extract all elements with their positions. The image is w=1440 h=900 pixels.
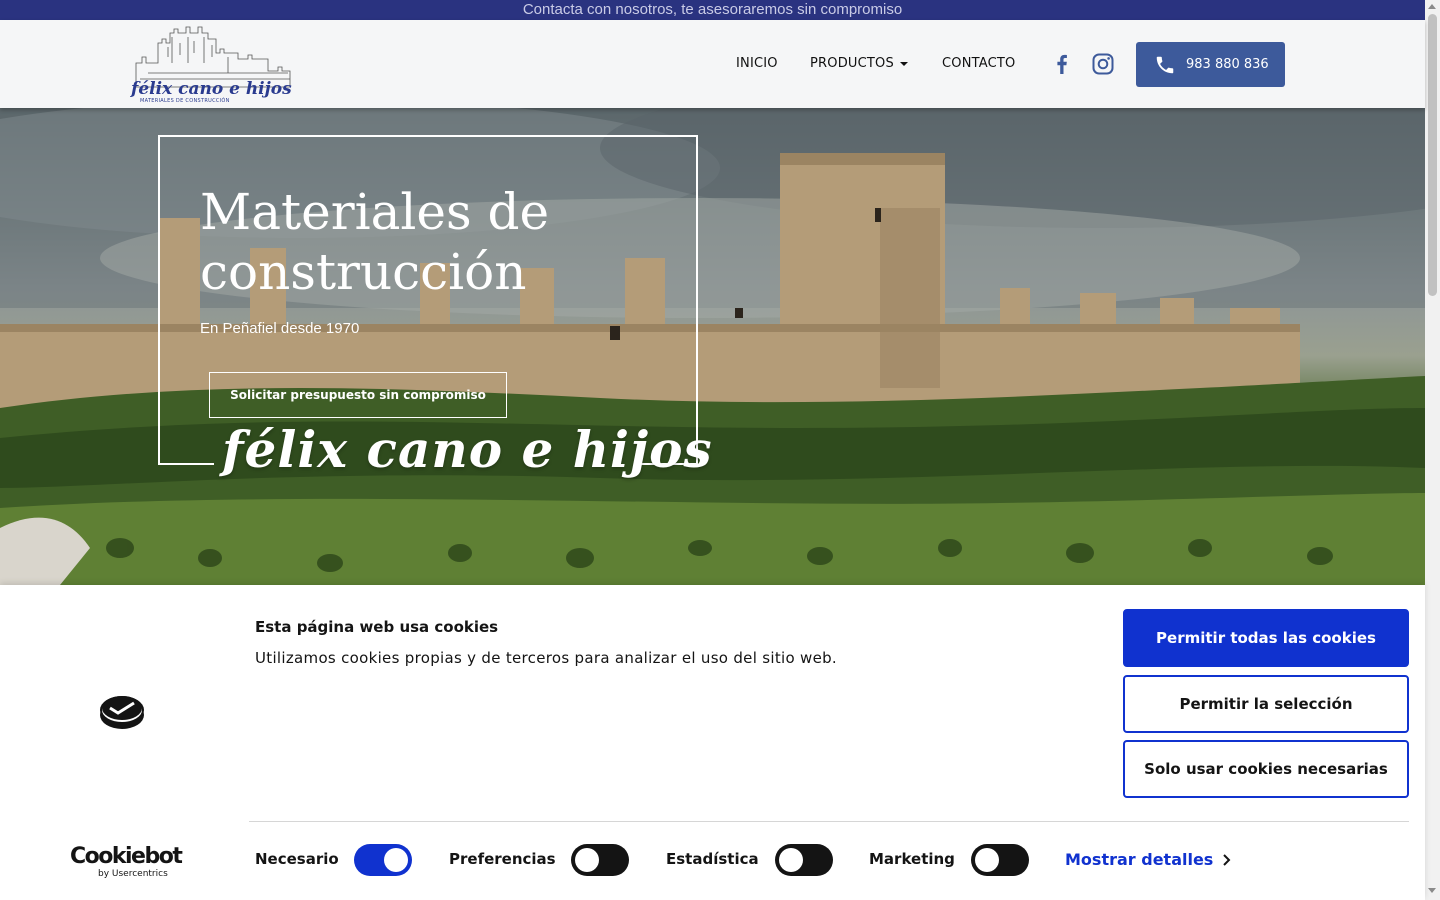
toggle-knob [575, 848, 599, 872]
hero-frame-edge-left [158, 463, 214, 465]
hero-subtitle: En Peñafiel desde 1970 [200, 320, 360, 337]
cookiebot-wordmark: Cookiebot [70, 844, 183, 869]
nav-inicio-label: INICIO [736, 56, 778, 71]
toggle-knob [975, 848, 999, 872]
instagram-icon[interactable] [1091, 52, 1115, 76]
hero-banner: Materiales de construcción En Peñafiel d… [0, 108, 1425, 585]
phone-button[interactable]: 983 880 836 [1136, 42, 1285, 87]
allow-selection-label: Permitir la selección [1179, 695, 1353, 713]
cookie-title: Esta página web usa cookies [255, 618, 499, 636]
cookie-consent-panel: Esta página web usa cookies Utilizamos c… [0, 585, 1425, 900]
cookiebot-logo[interactable]: Cookiebot by Usercentrics [70, 844, 183, 880]
caret-down-icon [899, 61, 908, 66]
nav-contacto[interactable]: CONTACTO [942, 56, 1015, 71]
phone-icon [1156, 56, 1174, 73]
cookiebot-shield-icon [100, 696, 144, 729]
nav-productos-label: PRODUCTOS [810, 56, 894, 71]
quote-request-label: Solicitar presupuesto sin compromiso [230, 388, 486, 402]
quote-request-button[interactable]: Solicitar presupuesto sin compromiso [209, 372, 507, 418]
hero-title: Materiales de construcción [200, 183, 550, 301]
toggle-label-necesario: Necesario [255, 850, 339, 868]
top-banner-text: Contacta con nosotros, te asesoraremos s… [522, 1, 903, 18]
phone-number: 983 880 836 [1186, 57, 1269, 72]
scroll-thumb[interactable] [1428, 14, 1437, 296]
top-banner: Contacta con nosotros, te asesoraremos s… [0, 0, 1425, 20]
page-scrollbar[interactable] [1425, 0, 1440, 900]
scroll-up-arrow-icon[interactable] [1428, 4, 1436, 9]
logo-text: félix cano e hijos [131, 79, 292, 99]
toggle-knob [384, 848, 408, 872]
nav-productos[interactable]: PRODUCTOS [810, 56, 908, 71]
site-header: félix cano e hijos MATERIALES DE CONSTRU… [0, 20, 1425, 108]
necessary-only-label: Solo usar cookies necesarias [1144, 760, 1388, 778]
toggle-label-preferencias: Preferencias [449, 850, 556, 868]
allow-selection-button[interactable]: Permitir la selección [1123, 675, 1409, 733]
facebook-icon[interactable] [1050, 52, 1074, 76]
toggle-marketing[interactable] [971, 844, 1029, 876]
toggle-necesario[interactable] [354, 844, 412, 876]
nav-inicio[interactable]: INICIO [736, 56, 778, 71]
toggle-preferencias[interactable] [571, 844, 629, 876]
allow-all-label: Permitir todas las cookies [1156, 629, 1376, 647]
toggle-estadistica[interactable] [775, 844, 833, 876]
hero-brand-script: félix cano e hijos [222, 420, 713, 479]
scroll-down-arrow-icon[interactable] [1428, 888, 1436, 893]
site-logo[interactable]: félix cano e hijos MATERIALES DE CONSTRU… [128, 23, 298, 105]
cookie-description: Utilizamos cookies propias y de terceros… [255, 649, 837, 667]
toggle-label-marketing: Marketing [869, 850, 955, 868]
allow-all-cookies-button[interactable]: Permitir todas las cookies [1123, 609, 1409, 667]
toggle-label-estadistica: Estadística [666, 850, 759, 868]
toggle-knob [779, 848, 803, 872]
chevron-right-icon[interactable] [1221, 853, 1233, 867]
nav-contacto-label: CONTACTO [942, 56, 1016, 71]
necessary-cookies-only-button[interactable]: Solo usar cookies necesarias [1123, 740, 1409, 798]
cookiebot-byline: by Usercentrics [98, 869, 168, 879]
logo-subtext: MATERIALES DE CONSTRUCCIÓN [140, 98, 230, 104]
cookie-divider [249, 821, 1409, 822]
show-details-link[interactable]: Mostrar detalles [1065, 850, 1213, 869]
